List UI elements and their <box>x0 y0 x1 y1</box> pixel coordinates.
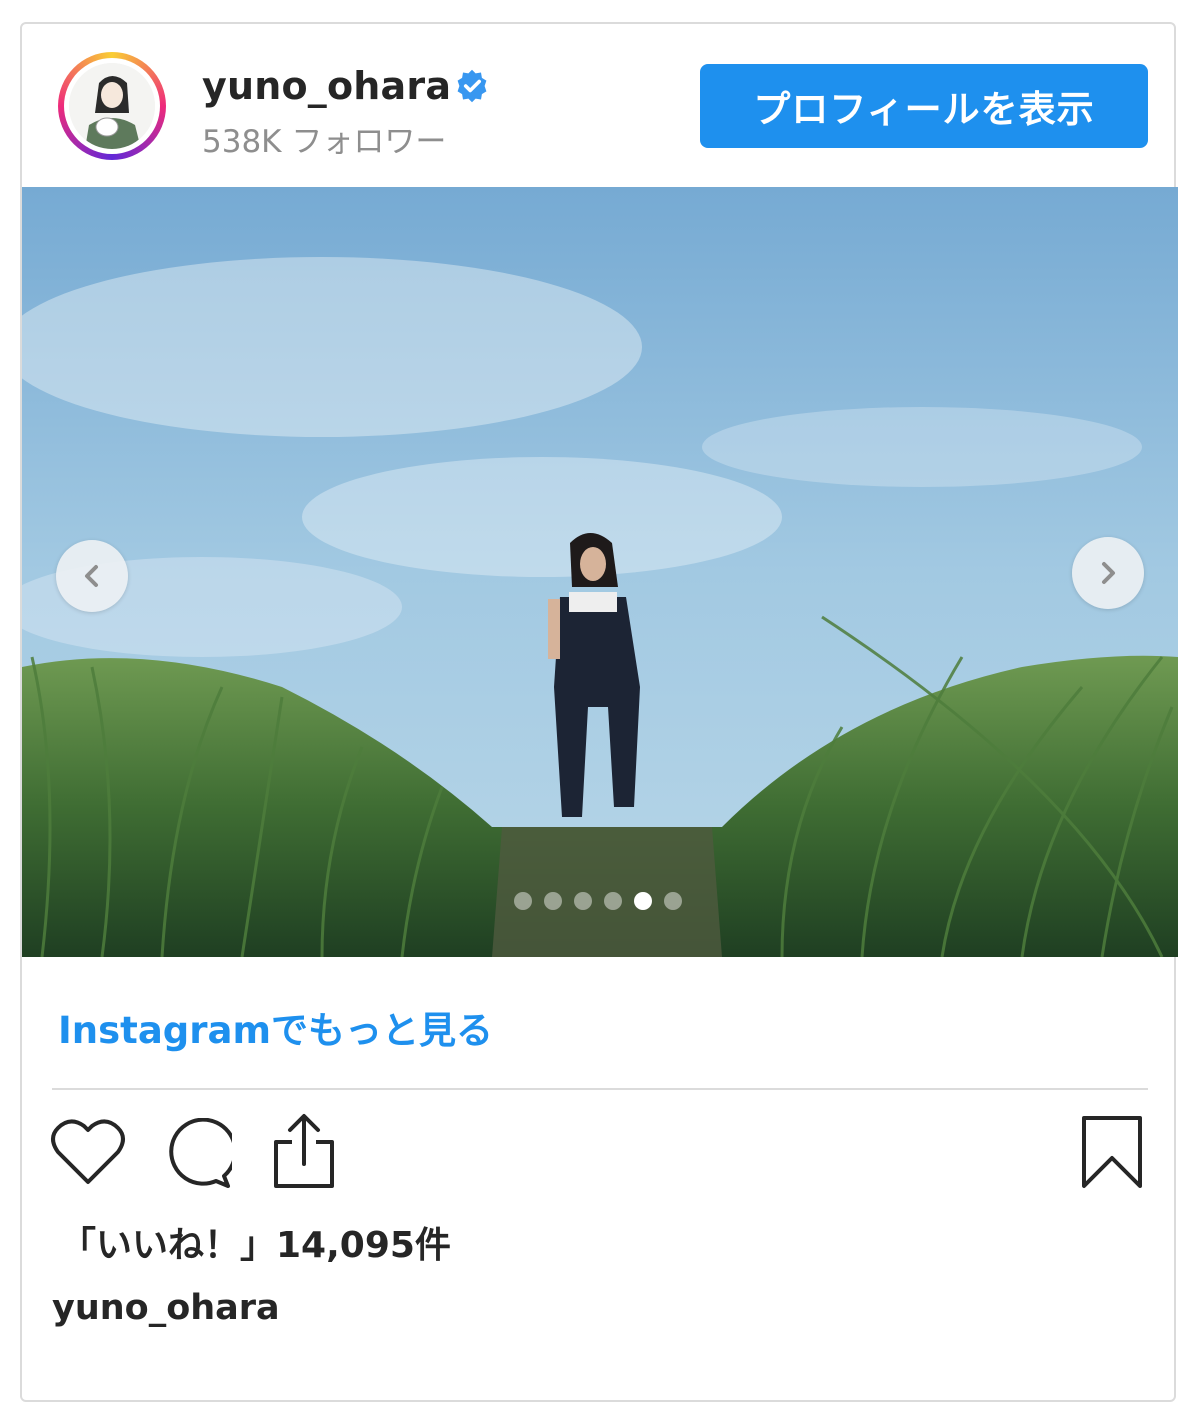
carousel-dot <box>574 892 592 910</box>
carousel-indicator <box>514 892 682 910</box>
avatar-image <box>69 63 155 149</box>
post-photo <box>22 187 1178 957</box>
verified-badge-icon <box>457 69 487 103</box>
like-count: 「いいね！」14,095件 <box>60 1225 451 1266</box>
carousel-dot <box>544 892 562 910</box>
post-photo-image <box>22 187 1178 957</box>
view-profile-button[interactable]: プロフィールを表示 <box>700 64 1148 148</box>
instagram-embed-card: yuno_ohara 538K フォロワー プロフィールを表示 Instagra… <box>20 22 1178 1402</box>
chevron-left-icon <box>85 565 98 587</box>
carousel-dot <box>514 892 532 910</box>
next-slide-button[interactable] <box>1072 537 1144 609</box>
username[interactable]: yuno_ohara <box>202 64 451 108</box>
chevron-right-icon <box>1102 562 1115 584</box>
avatar-border <box>64 58 160 154</box>
view-more-on-instagram-link[interactable]: Instagramでもっと見る <box>58 1000 493 1054</box>
carousel-dot <box>634 892 652 910</box>
bookmark-icon[interactable] <box>1080 1114 1144 1190</box>
carousel-dot <box>664 892 682 910</box>
follower-count: 538K フォロワー <box>202 124 447 160</box>
previous-slide-button[interactable] <box>56 540 128 612</box>
comment-icon[interactable] <box>160 1118 232 1190</box>
share-icon[interactable] <box>270 1112 338 1190</box>
carousel-dot <box>604 892 622 910</box>
divider <box>52 1088 1148 1090</box>
heart-icon[interactable] <box>50 1118 126 1186</box>
caption-username[interactable]: yuno_ohara <box>52 1288 280 1328</box>
avatar[interactable] <box>58 52 166 160</box>
